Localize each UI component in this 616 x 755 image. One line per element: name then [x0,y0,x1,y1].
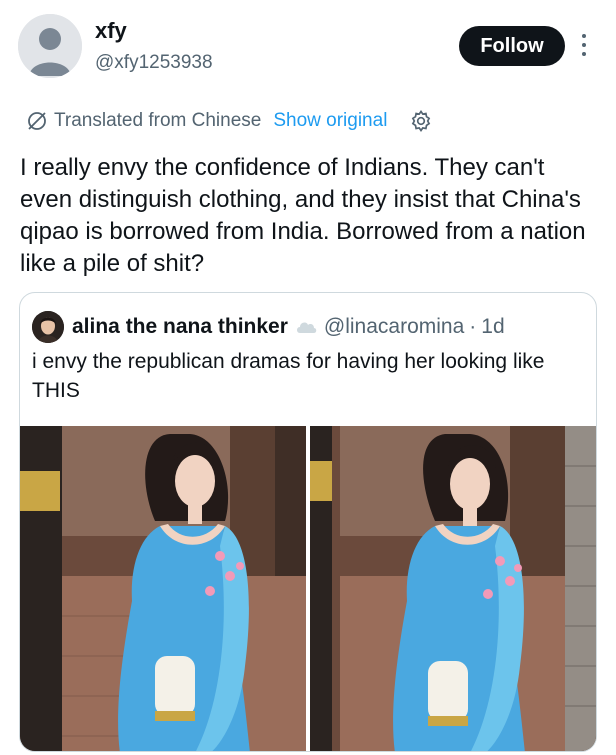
quoted-author-name[interactable]: alina the nana thinker [72,315,288,339]
quoted-tweet-header: alina the nana thinker @linacaromina · 1… [32,311,505,343]
author-avatar[interactable] [18,14,82,78]
tweet-text: I really envy the confidence of Indians.… [20,154,586,277]
quoted-author-avatar[interactable] [32,311,64,343]
author-display-name[interactable]: xfy [95,18,127,44]
cloud-icon [294,319,318,335]
photo-woman-blue-dress [310,426,596,751]
gear-icon[interactable] [409,109,433,133]
quoted-timestamp[interactable]: 1d [481,315,504,339]
translated-from-label: Translated from Chinese [54,110,262,131]
follow-button[interactable]: Follow [459,26,565,66]
quoted-tweet-text: i envy the republican dramas for having … [32,350,545,402]
quoted-photo-2[interactable] [310,426,596,751]
quoted-photo-1[interactable] [20,426,306,751]
translate-slash-icon [26,110,48,132]
show-original-link[interactable]: Show original [273,110,387,132]
default-profile-icon [18,14,82,78]
author-handle[interactable]: @xfy1253938 [95,52,213,74]
quoted-author-handle[interactable]: @linacaromina [324,315,464,339]
photo-woman-blue-dress [20,426,306,751]
quoted-tweet[interactable]: alina the nana thinker @linacaromina · 1… [19,292,597,752]
translation-bar: Translated from Chinese Show original [26,107,433,135]
separator-dot: · [469,315,477,338]
more-options-icon[interactable] [578,32,590,58]
